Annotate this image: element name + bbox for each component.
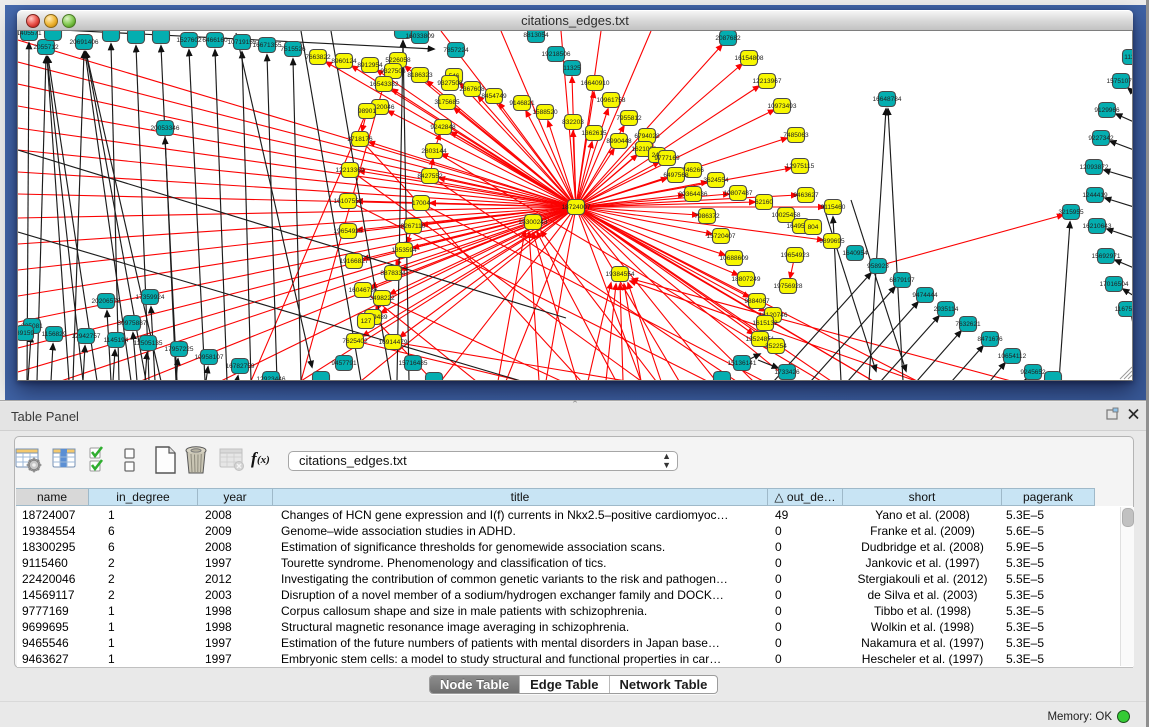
svg-text:1112: 1112 — [1124, 54, 1133, 61]
svg-text:17016504: 17016504 — [1100, 281, 1129, 288]
svg-text:15751074: 15751074 — [1107, 78, 1133, 85]
svg-text:1167533: 1167533 — [1115, 306, 1133, 313]
